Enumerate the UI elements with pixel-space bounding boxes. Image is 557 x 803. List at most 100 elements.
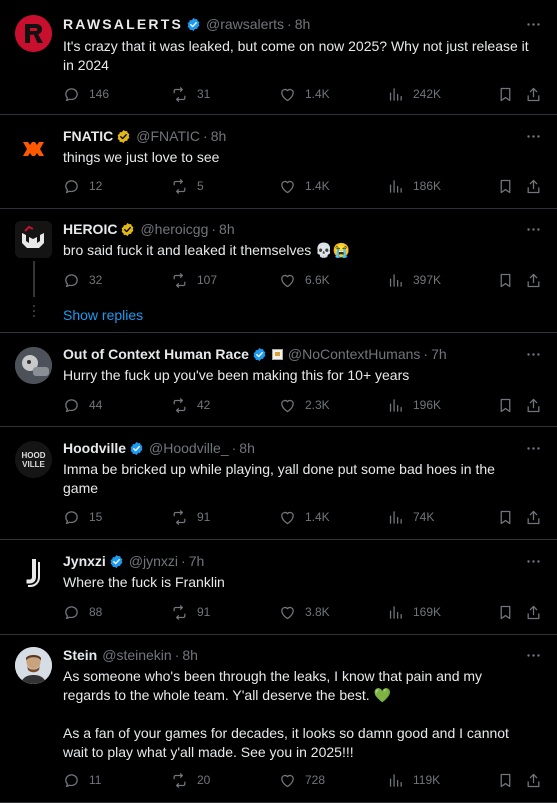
retweet-button[interactable]: 42: [171, 395, 210, 415]
handle[interactable]: @heroicgg: [140, 221, 208, 237]
timestamp[interactable]: 7h: [431, 346, 447, 362]
more-options-icon[interactable]: [523, 126, 543, 146]
display-name[interactable]: FNATIC: [63, 128, 113, 144]
tweet[interactable]: HOOD VILLE Hoodville @Hoodville_ · 8h Imm…: [0, 427, 557, 540]
reply-feed: RAWSALERTS @rawsalerts · 8h It's crazy t…: [0, 0, 557, 803]
reply-icon: [63, 604, 80, 621]
share-button[interactable]: [525, 84, 542, 104]
views-count: 119K: [413, 773, 441, 787]
like-button[interactable]: 728: [279, 770, 325, 790]
views-button[interactable]: 119K: [387, 770, 440, 790]
tweet-header: HEROIC @heroicgg · 8h: [63, 219, 517, 239]
handle[interactable]: @steinekin: [102, 647, 171, 663]
like-count: 1.4K: [305, 87, 330, 101]
display-name[interactable]: RAWSALERTS: [63, 16, 183, 32]
retweet-icon: [171, 272, 188, 289]
more-options-icon[interactable]: [523, 438, 543, 458]
retweet-button[interactable]: 5: [171, 176, 204, 196]
tweet[interactable]: RAWSALERTS @rawsalerts · 8h It's crazy t…: [0, 0, 557, 115]
reply-button[interactable]: 32: [63, 270, 102, 290]
reply-button[interactable]: 12: [63, 176, 102, 196]
like-button[interactable]: 3.8K: [279, 602, 330, 622]
tweet-actions: 88 91 3.8K 169K: [63, 602, 557, 622]
views-button[interactable]: 196K: [387, 395, 441, 415]
tweet-actions: 11 20 728 119K: [63, 770, 557, 790]
avatar[interactable]: [15, 15, 52, 52]
timestamp[interactable]: 8h: [295, 16, 311, 32]
reply-button[interactable]: 15: [63, 507, 102, 527]
like-button[interactable]: 1.4K: [279, 507, 330, 527]
display-name[interactable]: Jynxzi: [63, 553, 106, 569]
timestamp[interactable]: 8h: [219, 221, 235, 237]
like-button[interactable]: 2.3K: [279, 395, 330, 415]
bookmark-button[interactable]: [497, 507, 514, 527]
tweet-text: Where the fuck is Franklin: [63, 574, 225, 590]
like-button[interactable]: 1.4K: [279, 84, 330, 104]
more-options-icon[interactable]: [523, 551, 543, 571]
avatar[interactable]: HOOD VILLE: [15, 441, 52, 478]
reply-button[interactable]: 11: [63, 770, 101, 790]
timestamp[interactable]: 7h: [189, 553, 205, 569]
handle[interactable]: @FNATIC: [136, 128, 200, 144]
views-button[interactable]: 169K: [387, 602, 441, 622]
timestamp[interactable]: 8h: [182, 647, 198, 663]
views-button[interactable]: 397K: [387, 270, 441, 290]
display-name[interactable]: Out of Context Human Race: [63, 346, 249, 362]
views-button[interactable]: 186K: [387, 176, 441, 196]
retweet-button[interactable]: 91: [171, 507, 210, 527]
avatar[interactable]: [15, 130, 52, 167]
share-button[interactable]: [525, 507, 542, 527]
share-button[interactable]: [525, 602, 542, 622]
tweet[interactable]: HEROIC @heroicgg · 8h bro said fuck it a…: [0, 209, 557, 333]
bookmark-button[interactable]: [497, 770, 514, 790]
more-options-icon[interactable]: [523, 645, 543, 665]
display-name[interactable]: HEROIC: [63, 221, 117, 237]
bookmark-button[interactable]: [497, 395, 514, 415]
tweet[interactable]: Out of Context Human Race @NoContextHuma…: [0, 333, 557, 427]
retweet-count: 31: [197, 87, 211, 101]
more-options-icon[interactable]: [523, 344, 543, 364]
reply-button[interactable]: 44: [63, 395, 102, 415]
tweet-header: Hoodville @Hoodville_ · 8h: [63, 438, 517, 458]
views-count: 242K: [413, 87, 442, 101]
handle[interactable]: @jynxzi: [129, 553, 178, 569]
show-replies-link[interactable]: Show replies: [63, 307, 143, 323]
retweet-button[interactable]: 107: [171, 270, 217, 290]
reply-button[interactable]: 88: [63, 602, 102, 622]
timestamp[interactable]: 8h: [239, 440, 255, 456]
heart-icon: [279, 604, 296, 621]
avatar[interactable]: [15, 347, 52, 384]
bookmark-button[interactable]: [497, 602, 514, 622]
heart-icon: [279, 272, 296, 289]
display-name[interactable]: Hoodville: [63, 440, 126, 456]
share-button[interactable]: [525, 176, 542, 196]
handle[interactable]: @NoContextHumans: [288, 346, 421, 362]
more-options-icon[interactable]: [523, 219, 543, 239]
tweet[interactable]: Jynxzi @jynxzi · 7h Where the fuck is Fr…: [0, 540, 557, 635]
like-button[interactable]: 1.4K: [279, 176, 330, 196]
retweet-button[interactable]: 91: [171, 602, 210, 622]
views-button[interactable]: 242K: [387, 84, 441, 104]
retweet-button[interactable]: 31: [171, 84, 210, 104]
retweet-count: 91: [197, 605, 211, 619]
avatar[interactable]: [15, 221, 52, 258]
views-button[interactable]: 74K: [387, 507, 434, 527]
reply-button[interactable]: 146: [63, 84, 109, 104]
avatar[interactable]: [15, 647, 52, 684]
like-button[interactable]: 6.6K: [279, 270, 330, 290]
tweet[interactable]: Stein @steinekin · 8h As someone who's b…: [0, 635, 557, 803]
display-name[interactable]: Stein: [63, 647, 97, 663]
retweet-button[interactable]: 20: [171, 770, 210, 790]
handle[interactable]: @Hoodville_: [149, 440, 229, 456]
tweet[interactable]: FNATIC @FNATIC · 8h things we just love …: [0, 115, 557, 209]
timestamp[interactable]: 8h: [211, 128, 227, 144]
share-button[interactable]: [525, 395, 542, 415]
handle[interactable]: @rawsalerts: [206, 16, 284, 32]
share-button[interactable]: [525, 270, 542, 290]
bookmark-button[interactable]: [497, 84, 514, 104]
avatar[interactable]: [15, 553, 52, 590]
share-button[interactable]: [525, 770, 542, 790]
bookmark-button[interactable]: [497, 176, 514, 196]
bookmark-button[interactable]: [497, 270, 514, 290]
more-options-icon[interactable]: [523, 14, 543, 34]
